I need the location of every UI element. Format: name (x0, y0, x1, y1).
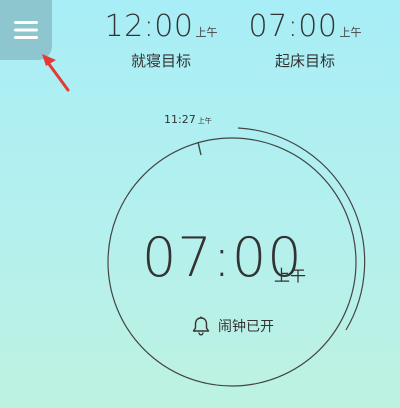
bell-icon (192, 316, 210, 336)
alarm-status[interactable]: 闹钟已开 (192, 316, 274, 336)
clock-ring (107, 127, 366, 387)
alarm-ampm: 上午 (274, 266, 307, 285)
current-time-value: 11:27 (164, 113, 196, 126)
alarm-status-label: 闹钟已开 (218, 319, 274, 335)
current-time-ampm: 上午 (197, 117, 212, 125)
current-time: 11:27 上午 (164, 113, 212, 126)
clock-dial[interactable]: 11:27 上午 07:00 上午 闹钟已开 (0, 0, 400, 408)
